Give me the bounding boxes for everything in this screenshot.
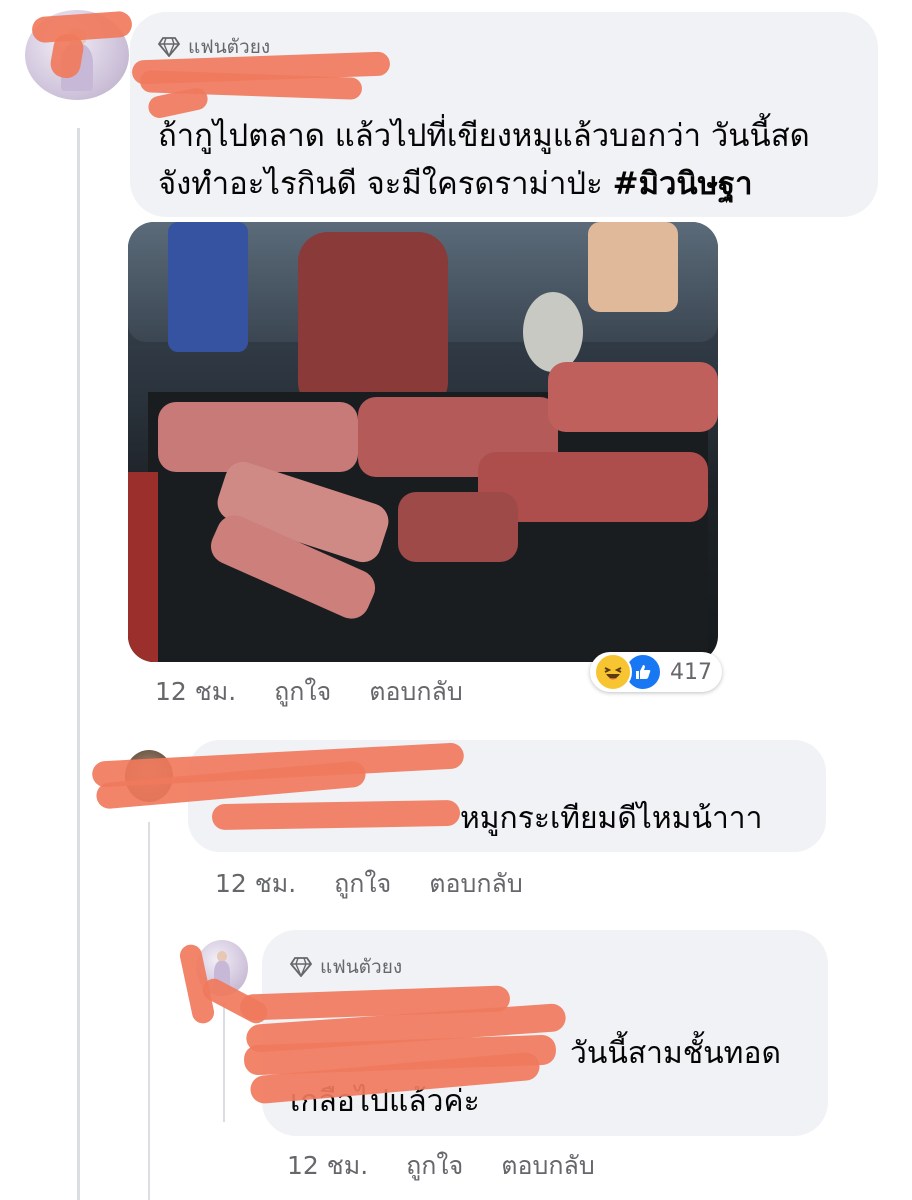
comment-actions: 12 ชม. ถูกใจ ตอบกลับ <box>155 672 463 712</box>
haha-icon <box>594 653 632 691</box>
diamond-icon <box>290 957 312 977</box>
thread-line-nested <box>148 822 150 1200</box>
comment-actions: 12 ชม. ถูกใจ ตอบกลับ <box>215 864 523 904</box>
top-fan-badge: แฟนตัวยง <box>290 952 402 982</box>
comment-text-line: หมูกระเทียมดีไหมน้าาา <box>460 801 763 836</box>
like-button[interactable]: ถูกใจ <box>406 1146 463 1186</box>
like-button[interactable]: ถูกใจ <box>274 672 331 712</box>
comment-timestamp[interactable]: 12 ชม. <box>287 1146 368 1186</box>
like-button[interactable]: ถูกใจ <box>334 864 391 904</box>
comment-actions: 12 ชม. ถูกใจ ตอบกลับ <box>287 1146 595 1186</box>
thread-line <box>77 128 80 1200</box>
reply-button[interactable]: ตอบกลับ <box>501 1146 594 1186</box>
comment-timestamp[interactable]: 12 ชม. <box>215 864 296 904</box>
redaction-mark <box>211 799 461 831</box>
comment-timestamp[interactable]: 12 ชม. <box>155 672 236 712</box>
diamond-icon <box>158 37 180 57</box>
comment-text-line: จังทำอะไรกินดี จะมีใครดราม่าป่ะ #มิวนิษฐ… <box>158 166 753 202</box>
badge-label: แฟนตัวยง <box>320 956 403 978</box>
reaction-summary[interactable]: 417 <box>590 652 722 692</box>
reply-button[interactable]: ตอบกลับ <box>369 672 462 712</box>
attached-photo[interactable] <box>128 222 718 662</box>
comment-text: หมูกระเทียมดีไหมน้าาา <box>460 797 763 841</box>
reaction-count: 417 <box>670 659 712 685</box>
reply-button[interactable]: ตอบกลับ <box>429 864 522 904</box>
comment-text-line: ถ้ากูไปตลาด แล้วไปที่เขียงหมูแล้วบอกว่า … <box>158 118 810 154</box>
thread-line-nested-2 <box>223 1002 225 1122</box>
comment-text: ถ้ากูไปตลาด แล้วไปที่เขียงหมูแล้วบอกว่า … <box>158 112 810 208</box>
hashtag-link[interactable]: #มิวนิษฐา <box>613 166 753 202</box>
